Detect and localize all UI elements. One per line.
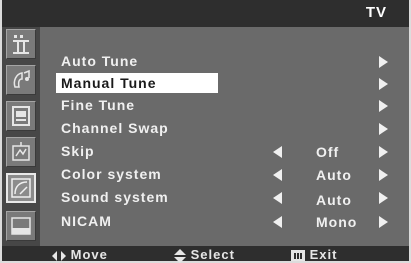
sidebar-item-input[interactable] <box>6 173 36 203</box>
menu-item-value: Auto <box>316 192 352 208</box>
hint-select: Select <box>174 247 235 263</box>
right-arrow-icon[interactable] <box>379 216 388 228</box>
menu-item-skip[interactable]: Skip Off <box>40 141 409 163</box>
sidebar-item-setup[interactable] <box>6 137 36 167</box>
sidebar-item-picture[interactable] <box>6 29 36 59</box>
left-arrow-icon[interactable] <box>273 169 282 181</box>
sidebar-item-channel[interactable] <box>6 101 36 131</box>
menu-item-auto-tune[interactable]: Auto Tune <box>40 51 409 73</box>
hint-select-label: Select <box>190 247 235 262</box>
hint-exit: Exit <box>291 247 337 262</box>
pip-icon <box>11 217 31 235</box>
menu-button-icon <box>291 250 305 262</box>
menu-item-label: Color system <box>61 166 162 182</box>
up-down-arrows-icon <box>174 248 186 263</box>
right-arrow-icon[interactable] <box>379 146 388 158</box>
menu-item-value: Mono <box>316 214 358 230</box>
menu-item-value: Auto <box>316 167 352 183</box>
page-title: TV <box>365 4 387 21</box>
left-arrow-icon[interactable] <box>273 146 282 158</box>
left-arrow-icon[interactable] <box>273 216 282 228</box>
right-arrow-icon[interactable] <box>379 192 388 204</box>
menu-item-label: Auto Tune <box>61 53 139 69</box>
right-arrow-icon <box>379 123 388 135</box>
sidebar-item-pip[interactable] <box>6 211 36 241</box>
menu-item-nicam[interactable]: NICAM Mono <box>40 211 409 233</box>
sound-icon <box>13 69 30 88</box>
sidebar-item-sound[interactable] <box>6 65 36 95</box>
sidebar <box>2 27 40 247</box>
help-bar: Move Select Exit <box>2 246 409 263</box>
menu-item-color-system[interactable]: Color system Auto <box>40 164 409 186</box>
menu-item-sound-system[interactable]: Sound system Auto <box>40 187 409 209</box>
picture-icon <box>13 35 29 54</box>
hint-move-label: Move <box>70 247 108 262</box>
menu-item-channel-swap[interactable]: Channel Swap <box>40 118 409 140</box>
tv-osd-window: TV Auto Tune Manual Tune Fine Tune Chann… <box>2 0 409 263</box>
hint-move: Move <box>52 247 108 262</box>
right-arrow-icon <box>379 100 388 112</box>
setup-icon <box>12 142 30 161</box>
right-arrow-icon <box>379 56 388 68</box>
left-arrow-icon[interactable] <box>273 192 282 204</box>
menu-item-label: NICAM <box>61 213 112 229</box>
menu-item-label: Sound system <box>61 189 169 205</box>
menu-item-fine-tune[interactable]: Fine Tune <box>40 95 409 117</box>
menu-item-manual-tune[interactable]: Manual Tune <box>40 73 409 95</box>
menu-item-label: Skip <box>61 143 95 159</box>
menu-item-value: Off <box>316 144 340 160</box>
menu-item-label: Channel Swap <box>61 120 169 136</box>
right-arrow-icon <box>379 78 388 90</box>
title-bar: TV <box>2 0 409 27</box>
input-icon <box>11 178 31 198</box>
menu-item-label: Fine Tune <box>61 97 136 113</box>
menu-panel: Auto Tune Manual Tune Fine Tune Channel … <box>40 27 409 247</box>
channel-icon <box>12 106 30 126</box>
hint-exit-label: Exit <box>309 247 338 262</box>
right-arrow-icon[interactable] <box>379 169 388 181</box>
menu-item-label: Manual Tune <box>61 75 157 91</box>
left-right-arrows-icon <box>52 250 66 261</box>
